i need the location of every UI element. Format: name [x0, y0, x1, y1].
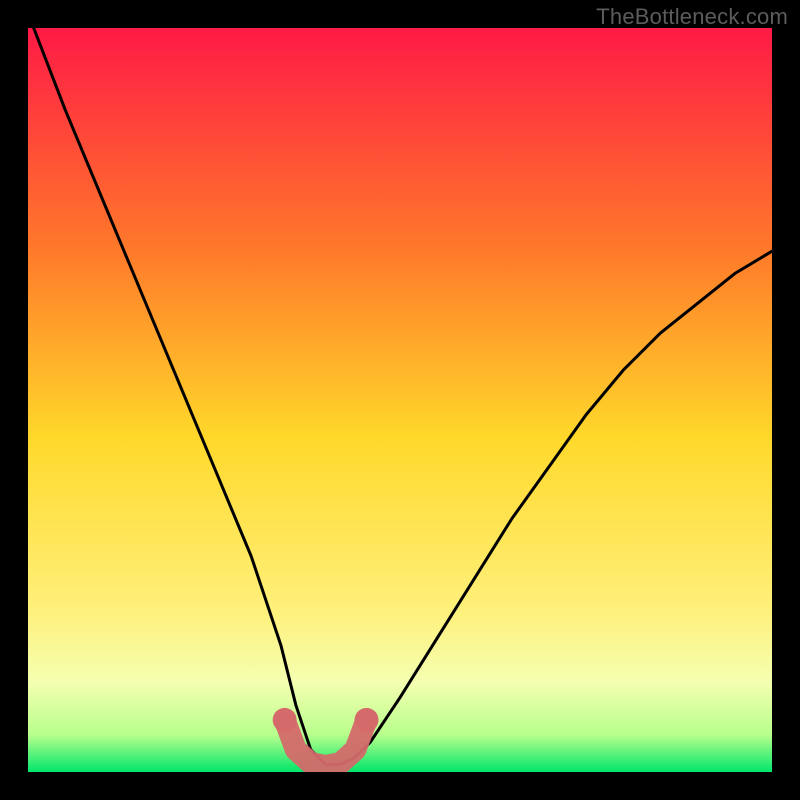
highlight-dot-end: [355, 708, 379, 732]
watermark-text: TheBottleneck.com: [596, 4, 788, 30]
highlight-dot-start: [273, 708, 297, 732]
plot-svg: [28, 28, 772, 772]
plot-area: [28, 28, 772, 772]
chart-frame: TheBottleneck.com: [0, 0, 800, 800]
gradient-background: [28, 28, 772, 772]
